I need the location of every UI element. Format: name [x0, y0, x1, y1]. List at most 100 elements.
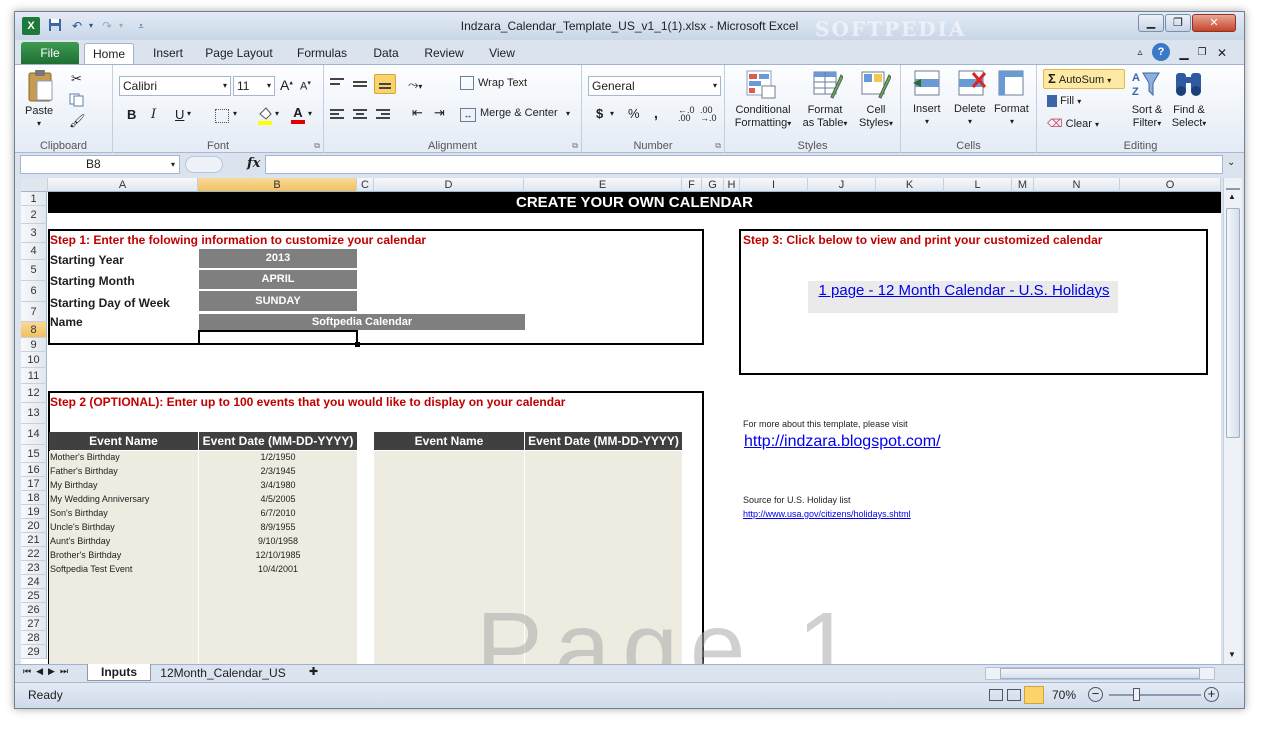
row-header[interactable]: 6 [21, 281, 47, 302]
starting-day-input[interactable]: SUNDAY [199, 291, 357, 311]
tab-view[interactable]: View [483, 43, 521, 64]
sheet-tab-inputs[interactable]: Inputs [87, 664, 151, 681]
font-size-combo[interactable]: 11 ▾ [233, 76, 275, 96]
column-header-selected[interactable]: B [198, 178, 357, 192]
format-cells-icon[interactable] [997, 69, 1027, 99]
formula-input[interactable] [265, 155, 1223, 174]
row-header[interactable]: 20 [21, 519, 47, 533]
event-name-cell[interactable]: Mother's Birthday [50, 452, 120, 462]
paste-icon[interactable] [27, 69, 55, 103]
tab-review[interactable]: Review [419, 43, 469, 64]
column-header[interactable]: K [876, 178, 944, 192]
top-align-icon[interactable] [330, 78, 344, 90]
sheet-tab-calendar[interactable]: 12Month_Calendar_US [153, 665, 293, 681]
workbook-minimize-icon[interactable]: ▁ [1177, 43, 1191, 64]
column-header[interactable]: N [1034, 178, 1120, 192]
currency-button[interactable]: $ [596, 106, 603, 121]
event-date-cell[interactable]: 3/4/1980 [199, 480, 357, 490]
tab-data[interactable]: Data [367, 43, 405, 64]
column-header[interactable]: L [944, 178, 1012, 192]
font-color-icon[interactable]: A [291, 105, 305, 125]
format-as-table-button[interactable]: Format as Table▾ [799, 104, 851, 130]
insert-sheet-icon[interactable]: ✚ [309, 665, 318, 678]
row-header[interactable]: 21 [21, 533, 47, 547]
column-header[interactable]: D [374, 178, 524, 192]
event-date-cell[interactable]: 2/3/1945 [199, 466, 357, 476]
increase-indent-icon[interactable]: ⇥ [434, 105, 445, 121]
fill-handle[interactable] [355, 342, 360, 347]
normal-view-icon[interactable] [989, 689, 1003, 701]
column-header[interactable]: F [682, 178, 702, 192]
event-date-cell[interactable]: 8/9/1955 [199, 522, 357, 532]
merge-dropdown-icon[interactable]: ▾ [566, 109, 570, 118]
middle-align-icon[interactable] [353, 78, 367, 90]
number-dialog-launcher-icon[interactable]: ⧉ [715, 141, 721, 151]
row-header[interactable]: 17 [21, 477, 47, 491]
event-date-cell[interactable]: 12/10/1985 [199, 550, 357, 560]
alignment-dialog-launcher-icon[interactable]: ⧉ [572, 141, 578, 151]
event-date-cell[interactable]: 1/2/1950 [199, 452, 357, 462]
decrease-decimal-icon[interactable]: .00 →.0 [700, 106, 717, 123]
zoom-in-button[interactable]: + [1204, 687, 1219, 702]
row-header[interactable]: 27 [21, 617, 47, 631]
tab-insert[interactable]: Insert [143, 43, 193, 64]
starting-month-input[interactable]: APRIL [199, 270, 357, 289]
borders-dropdown-icon[interactable]: ▾ [233, 109, 237, 118]
fill-button[interactable]: Fill ▾ [1047, 95, 1081, 108]
row-header[interactable]: 23 [21, 561, 47, 575]
tab-formulas[interactable]: Formulas [291, 43, 353, 64]
event-name-cell[interactable]: Uncle's Birthday [50, 522, 115, 532]
borders-icon[interactable] [215, 109, 229, 123]
row-header[interactable]: 24 [21, 575, 47, 589]
conditional-formatting-icon[interactable] [745, 69, 777, 99]
font-dialog-launcher-icon[interactable]: ⧉ [314, 141, 320, 151]
column-header[interactable]: C [357, 178, 374, 192]
row-header-selected[interactable]: 8 [21, 322, 47, 338]
event-date-cell[interactable]: 4/5/2005 [199, 494, 357, 504]
row-header[interactable]: 28 [21, 631, 47, 645]
number-format-combo[interactable]: General ▾ [588, 76, 721, 96]
tab-home[interactable]: Home [84, 43, 134, 64]
horizontal-scroll-thumb[interactable] [1000, 668, 1200, 679]
zoom-level[interactable]: 70% [1052, 688, 1076, 702]
column-header[interactable]: A [48, 178, 198, 192]
tab-page-layout[interactable]: Page Layout [203, 43, 275, 64]
active-cell-b8[interactable] [198, 330, 358, 345]
row-header[interactable]: 9 [21, 338, 47, 352]
row-header[interactable]: 10 [21, 352, 47, 368]
column-header[interactable]: O [1120, 178, 1221, 192]
format-cells-button[interactable]: Format [994, 103, 1029, 115]
underline-dropdown-icon[interactable]: ▾ [187, 109, 191, 118]
delete-cells-button[interactable]: Delete [954, 103, 986, 115]
underline-button[interactable]: U [175, 107, 184, 122]
merge-center-icon[interactable]: ↔ [460, 108, 476, 122]
cell-styles-button[interactable]: Cell Styles▾ [853, 104, 899, 130]
row-header[interactable]: 3 [21, 224, 47, 243]
workbook-restore-icon[interactable]: ❐ [1195, 43, 1209, 64]
row-header[interactable]: 26 [21, 603, 47, 617]
split-box-icon[interactable] [1226, 180, 1240, 190]
page-layout-view-icon[interactable] [1007, 689, 1021, 701]
decrease-indent-icon[interactable]: ⇤ [412, 105, 423, 121]
maximize-button[interactable]: ❐ [1165, 14, 1191, 32]
tab-nav-icons[interactable]: ⏮◀▶⏭ [23, 666, 73, 677]
page-break-view-icon[interactable] [1024, 686, 1044, 704]
zoom-slider-thumb[interactable] [1133, 688, 1140, 701]
format-painter-icon[interactable]: 🖌 [69, 113, 86, 129]
conditional-formatting-button[interactable]: Conditional Formatting▾ [731, 104, 795, 130]
row-header[interactable]: 22 [21, 547, 47, 561]
row-header[interactable]: 18 [21, 491, 47, 505]
zoom-out-button[interactable]: − [1088, 687, 1103, 702]
indzara-link[interactable]: http://indzara.blogspot.com/ [744, 433, 941, 451]
find-select-button[interactable]: Find & Select▾ [1169, 104, 1209, 130]
row-header[interactable]: 16 [21, 463, 47, 477]
row-header[interactable]: 12 [21, 384, 47, 403]
event-name-cell[interactable]: Father's Birthday [50, 466, 118, 476]
event-date-cell[interactable]: 6/7/2010 [199, 508, 357, 518]
minimize-button[interactable]: ▁ [1138, 14, 1164, 32]
fill-color-icon[interactable] [257, 105, 273, 125]
event-name-cell[interactable]: Softpedia Test Event [50, 564, 132, 574]
sort-filter-icon[interactable]: AZ [1131, 69, 1161, 99]
currency-dropdown-icon[interactable]: ▾ [610, 109, 614, 118]
column-header[interactable]: I [740, 178, 808, 192]
